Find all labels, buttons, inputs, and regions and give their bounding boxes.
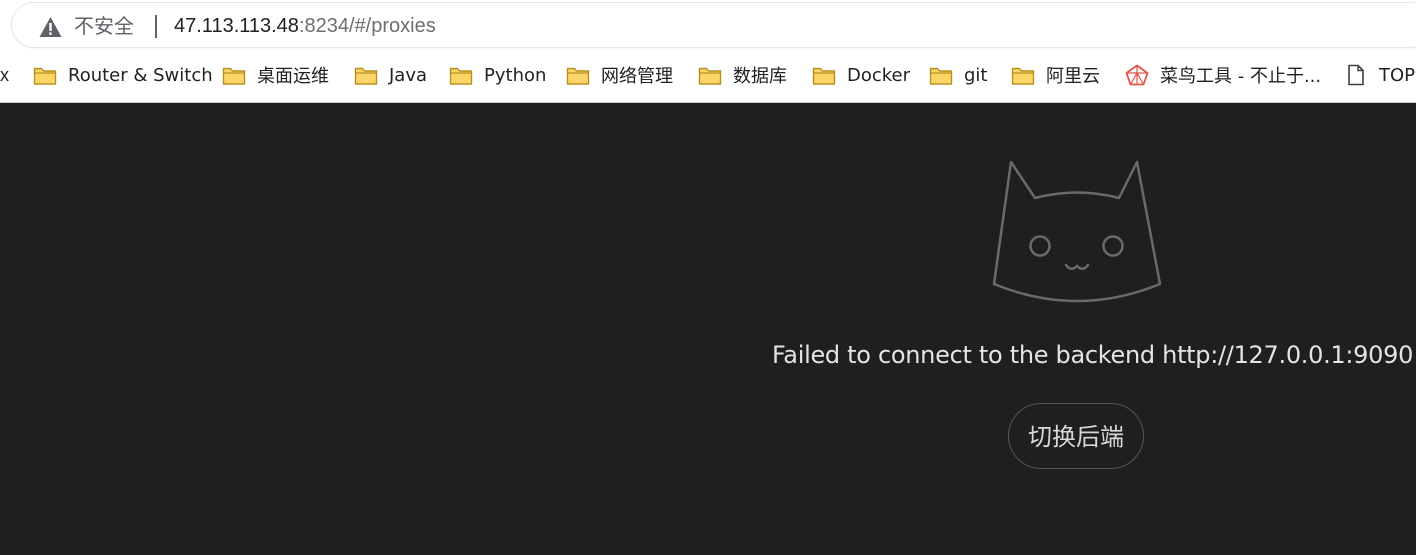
folder-icon xyxy=(812,67,836,85)
bookmark-folder-aliyun[interactable]: 阿里云 xyxy=(1011,56,1100,94)
bookmark-label: Java xyxy=(389,64,428,86)
bookmark-folder-network-mgmt[interactable]: 网络管理 xyxy=(566,56,673,94)
bookmark-label: git xyxy=(964,64,988,86)
address-bar[interactable]: 不安全 47.113.113.48:8234/#/proxies xyxy=(12,3,1416,47)
bookmark-fragment[interactable]: x xyxy=(0,56,9,94)
url-host: 47.113.113.48 xyxy=(174,15,299,37)
bookmark-folder-router-switch[interactable]: Router & Switch xyxy=(33,56,213,94)
runoob-icon xyxy=(1125,64,1149,86)
folder-icon xyxy=(33,67,57,85)
address-separator xyxy=(155,15,157,38)
folder-icon xyxy=(1011,67,1035,85)
security-status-label[interactable]: 不安全 xyxy=(74,13,134,39)
page-icon xyxy=(1348,64,1364,86)
cat-icon xyxy=(992,160,1162,303)
folder-icon xyxy=(354,67,378,85)
bookmark-folder-docker[interactable]: Docker xyxy=(812,56,910,94)
folder-icon xyxy=(566,67,590,85)
bookmark-folder-database[interactable]: 数据库 xyxy=(698,56,787,94)
bookmark-label: TOPS xyxy=(1379,64,1416,86)
folder-icon xyxy=(222,67,246,85)
bookmark-folder-desktop-ops[interactable]: 桌面运维 xyxy=(222,56,329,94)
url-path: :8234/#/proxies xyxy=(298,15,436,37)
bookmark-folder-java[interactable]: Java xyxy=(354,56,427,94)
bookmark-label: 数据库 xyxy=(733,66,787,87)
bookmark-label: 菜鸟工具 - 不止于... xyxy=(1160,66,1322,87)
bookmark-label: 阿里云 xyxy=(1046,66,1100,87)
folder-icon xyxy=(698,67,722,85)
warning-icon[interactable] xyxy=(38,16,63,38)
folder-icon xyxy=(449,67,473,85)
bookmark-tops[interactable]: TOPS xyxy=(1344,56,1416,94)
bookmark-label: Router & Switch xyxy=(68,64,213,86)
folder-icon xyxy=(929,67,953,85)
bookmark-folder-python[interactable]: Python xyxy=(449,56,546,94)
bookmark-runoob-tools[interactable]: 菜鸟工具 - 不止于... xyxy=(1125,56,1321,94)
bookmark-label: 桌面运维 xyxy=(257,66,329,87)
bookmark-folder-git[interactable]: git xyxy=(929,56,987,94)
bookmark-label: Python xyxy=(484,64,547,86)
bookmark-label: 网络管理 xyxy=(601,66,673,87)
browser-chrome: 不安全 47.113.113.48:8234/#/proxies x Route… xyxy=(0,0,1416,103)
error-message: Failed to connect to the backend http://… xyxy=(772,341,1414,369)
bookmarks-bar: x Router & Switch 桌面运维 Java Python 网络管理 … xyxy=(0,56,1416,94)
bookmark-label: Docker xyxy=(847,64,911,86)
url-text[interactable]: 47.113.113.48:8234/#/proxies xyxy=(174,13,436,39)
switch-backend-button[interactable]: 切换后端 xyxy=(1008,403,1144,469)
